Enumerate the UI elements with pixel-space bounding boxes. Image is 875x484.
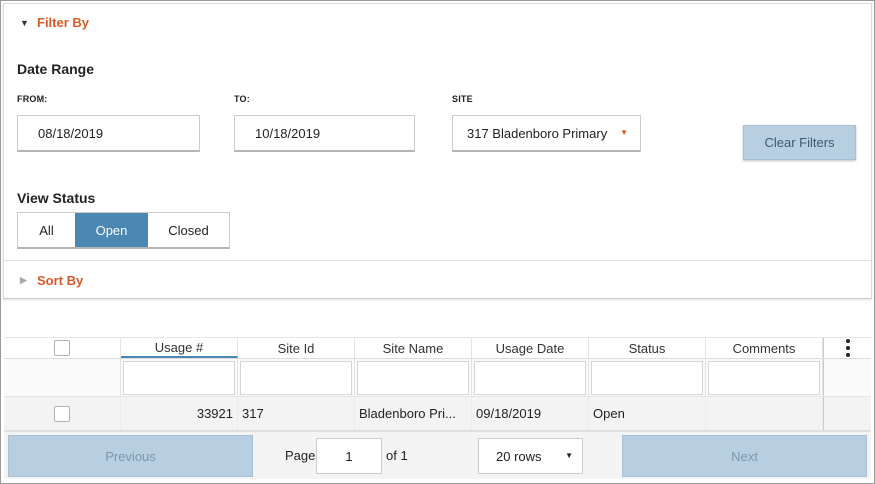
select-all-checkbox[interactable] (54, 340, 70, 356)
rows-per-page-value: 20 rows (496, 448, 542, 464)
rows-per-page-select[interactable]: 20 rows ▼ (478, 438, 583, 474)
column-header-status[interactable]: Status (589, 338, 706, 358)
column-header-site-id[interactable]: Site Id (238, 338, 355, 358)
filter-cell-comments (706, 359, 823, 396)
filter-cell-site-id (238, 359, 355, 396)
filter-input-usage-date[interactable] (474, 360, 586, 395)
caret-down-icon: ▼ (20, 17, 29, 28)
cell-menu (823, 397, 871, 430)
table-row[interactable]: 33921 317 Bladenboro Pri... 09/18/2019 O… (4, 397, 871, 431)
cell-usage: 33921 (121, 397, 238, 430)
grid-filter-row (4, 359, 871, 397)
filter-input-usage[interactable] (123, 360, 235, 395)
filter-cell-site-name (355, 359, 472, 396)
dropdown-arrow-icon: ▼ (565, 451, 573, 460)
pagination-bar: Previous Page 1 of 1 20 rows ▼ Next (4, 431, 871, 479)
date-range-heading: Date Range (17, 61, 95, 77)
from-label: FROM: (17, 94, 48, 104)
grid-header-row: Usage # Site Id Site Name Usage Date Sta… (4, 337, 871, 359)
page-number-input[interactable]: 1 (316, 438, 382, 474)
sort-by-toggle[interactable]: ▶ Sort By (20, 273, 83, 288)
cell-site-name: Bladenboro Pri... (355, 397, 472, 430)
view-status-segmented-control: All Open Closed (17, 212, 230, 249)
cell-usage-date: 09/18/2019 (472, 397, 589, 430)
cell-site-id: 317 (238, 397, 355, 430)
site-select[interactable]: 317 Bladenboro Primary ▼ (452, 115, 641, 152)
filter-input-site-name[interactable] (357, 360, 469, 395)
column-header-comments[interactable]: Comments (706, 338, 823, 358)
site-select-value: 317 Bladenboro Primary (467, 125, 608, 141)
clear-filters-button[interactable]: Clear Filters (743, 125, 856, 160)
cell-comments (706, 397, 823, 430)
dropdown-arrow-icon: ▼ (620, 128, 628, 137)
header-select-all[interactable] (4, 338, 121, 358)
filter-input-comments[interactable] (708, 360, 820, 395)
section-divider (4, 260, 871, 261)
sort-by-label: Sort By (37, 273, 84, 288)
site-label: SITE (452, 94, 473, 104)
kebab-menu-icon[interactable] (823, 338, 871, 358)
filter-cell-status (589, 359, 706, 396)
view-status-heading: View Status (17, 190, 96, 206)
filter-cell-menu (823, 359, 871, 396)
column-header-site-name[interactable]: Site Name (355, 338, 472, 358)
filter-by-toggle[interactable]: ▼ Filter By (20, 15, 89, 30)
status-option-all[interactable]: All (18, 213, 75, 247)
caret-right-icon: ▶ (20, 275, 27, 285)
row-select-cell (4, 397, 121, 430)
next-button[interactable]: Next (622, 435, 867, 477)
cell-status: Open (589, 397, 706, 430)
page-count-label: of 1 (386, 448, 408, 463)
filter-input-site-id[interactable] (240, 360, 352, 395)
column-header-usage[interactable]: Usage # (121, 338, 238, 358)
previous-button[interactable]: Previous (8, 435, 253, 477)
column-header-usage-date[interactable]: Usage Date (472, 338, 589, 358)
from-date-field[interactable]: 08/18/2019 (17, 115, 200, 152)
row-checkbox[interactable] (54, 405, 70, 422)
filter-cell-select (4, 359, 121, 396)
status-option-open[interactable]: Open (75, 213, 148, 247)
to-label: TO: (234, 94, 250, 104)
filter-cell-usage-date (472, 359, 589, 396)
filter-input-status[interactable] (591, 360, 703, 395)
filter-cell-usage (121, 359, 238, 396)
page-label: Page (285, 448, 316, 463)
status-option-closed[interactable]: Closed (148, 213, 229, 247)
filter-by-label: Filter By (37, 15, 90, 30)
to-date-field[interactable]: 10/18/2019 (234, 115, 415, 152)
